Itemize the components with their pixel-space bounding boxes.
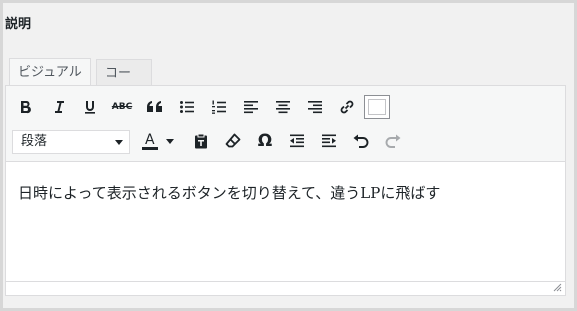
undo-icon [353,134,369,148]
editor-statusbar [6,281,565,295]
format-select-value: 段落 [21,134,48,149]
bullet-list-button[interactable] [174,94,200,120]
align-right-icon [308,101,322,114]
align-right-button[interactable] [302,94,328,120]
tab-visual[interactable]: ビジュアル [9,58,91,86]
bold-icon [21,101,31,114]
paragraph-format-select[interactable]: 段落 [12,130,130,154]
undo-button[interactable] [348,128,374,154]
align-center-icon [276,101,290,114]
align-center-button[interactable] [270,94,296,120]
indent-icon [322,134,336,148]
chevron-down-icon [166,138,174,144]
link-button[interactable] [334,94,360,120]
italic-icon [55,101,64,113]
outdent-icon [290,134,304,148]
underline-button[interactable] [77,94,103,120]
clear-formatting-icon [225,133,241,148]
clear-formatting-button[interactable] [220,128,246,154]
toolbar-toggle-icon [368,99,386,115]
bullet-list-icon [180,101,194,113]
editor-toolbar: ABC 段落 A Ω [6,86,565,162]
numbered-list-icon [212,100,226,114]
redo-button[interactable] [380,128,406,154]
blockquote-icon [147,101,162,112]
redo-icon [385,134,401,148]
rich-text-editor: ABC 段落 A Ω 日時によって表示されるボタンを切り替えて、違うLPに飛ばす [5,85,566,296]
blockquote-button[interactable] [142,94,168,120]
underline-icon [85,101,95,114]
strikethrough-icon: ABC [111,102,133,112]
bold-button[interactable] [13,94,39,120]
field-label: 説明 [5,17,32,32]
text-color-dropdown[interactable] [163,128,177,154]
description-panel: 説明 ビジュアル コード ABC [3,3,574,308]
indent-button[interactable] [316,128,342,154]
toolbar-toggle-button[interactable] [364,95,390,119]
editor-content[interactable]: 日時によって表示されるボタンを切り替えて、違うLPに飛ばす [18,182,440,203]
chevron-down-icon [115,140,123,145]
paste-as-text-button[interactable] [188,128,214,154]
strikethrough-button[interactable]: ABC [109,94,135,120]
text-color-button[interactable]: A [140,128,160,154]
link-icon [340,100,354,114]
outdent-button[interactable] [284,128,310,154]
italic-button[interactable] [46,94,72,120]
text-color-icon: A [142,132,158,150]
resize-handle-icon[interactable] [552,282,562,292]
align-left-button[interactable] [238,94,264,120]
special-character-icon: Ω [257,131,273,151]
align-left-icon [244,101,258,114]
numbered-list-button[interactable] [206,94,232,120]
tab-code[interactable]: コード [96,59,152,109]
special-character-button[interactable]: Ω [252,128,278,154]
paste-text-icon [195,133,207,149]
